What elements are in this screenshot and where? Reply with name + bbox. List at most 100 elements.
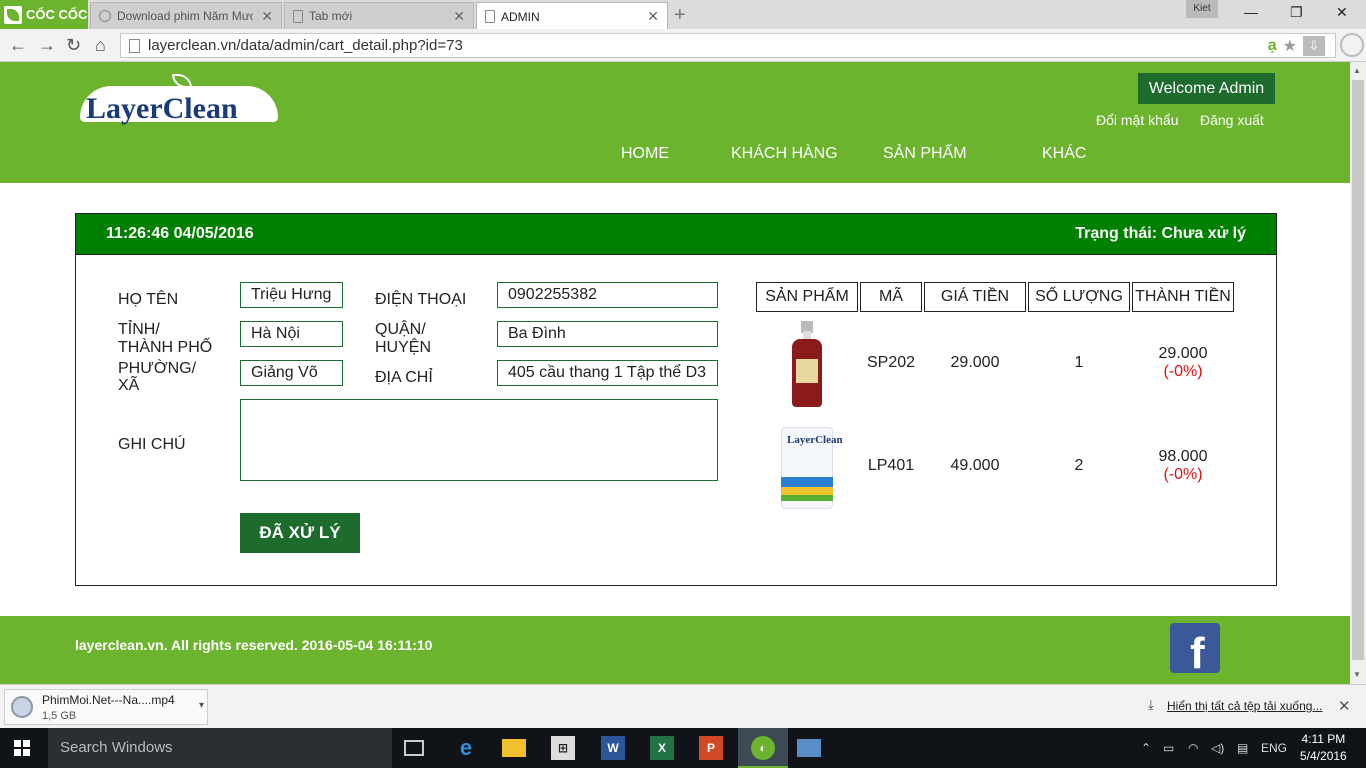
download-arrow-icon: ⤓: [1148, 697, 1154, 712]
district-field[interactable]: Ba Đình: [497, 321, 718, 347]
video-file-icon: [11, 696, 33, 718]
col-header-product: SẢN PHẨM: [756, 282, 858, 312]
reload-icon[interactable]: ↻: [66, 35, 81, 56]
bottle-label: [796, 359, 818, 383]
show-all-downloads-link[interactable]: Hiển thị tất cả tệp tải xuống...: [1167, 699, 1322, 713]
back-icon[interactable]: ←: [9, 35, 27, 56]
windows-taskbar: Search Windows e ⊞ W X P ◐ ⌃ ▭ ◠ ◁) ▤ EN…: [0, 728, 1366, 768]
scroll-down-icon[interactable]: ▼: [1353, 670, 1361, 679]
change-password-link[interactable]: Đổi mật khẩu: [1096, 112, 1178, 128]
bookmark-star-icon[interactable]: ★: [1283, 36, 1297, 56]
scroll-thumb[interactable]: [1352, 80, 1364, 660]
page-icon: [485, 10, 495, 23]
url-input[interactable]: layerclean.vn/data/admin/cart_detail.php…: [120, 33, 1336, 58]
extension-icon[interactable]: [1340, 33, 1364, 57]
product-image-bottle[interactable]: [792, 321, 822, 407]
tray-chevron-icon[interactable]: ⌃: [1141, 741, 1151, 755]
district-label-line2: HUYỆN: [375, 339, 432, 356]
store-icon[interactable]: ⊞: [551, 736, 575, 760]
chevron-down-icon[interactable]: ▾: [199, 700, 204, 711]
browser-tab-bar: CỐC CỐC Download phim Năm Mươ ✕ Tab mới …: [0, 0, 1366, 30]
windows-search-box[interactable]: Search Windows: [48, 728, 392, 768]
globe-icon: [99, 10, 111, 22]
new-tab-button[interactable]: +: [674, 4, 686, 27]
tab-new[interactable]: Tab mới ✕: [284, 2, 474, 29]
nav-products[interactable]: SẢN PHẨM: [883, 145, 967, 163]
nav-home[interactable]: HOME: [621, 145, 669, 163]
file-explorer-icon[interactable]: [502, 739, 526, 757]
col-header-price: GIÁ TIỀN: [924, 282, 1026, 312]
product-image-pouch[interactable]: LayerClean: [781, 427, 843, 509]
pouch-logo-text: LayerClean: [787, 434, 843, 446]
welcome-badge: Welcome Admin: [1138, 73, 1275, 104]
ward-field[interactable]: Giảng Võ: [240, 360, 343, 386]
row2-quantity: 2: [1074, 457, 1084, 474]
excel-icon[interactable]: X: [650, 736, 674, 760]
download-item[interactable]: PhimMoi.Net---Na....mp4 1,5 GB ▾: [4, 689, 208, 725]
row2-code: LP401: [867, 457, 915, 474]
taskbar-clock[interactable]: 4:11 PM 5/4/2016: [1300, 731, 1347, 765]
task-view-icon[interactable]: [404, 740, 424, 756]
facebook-icon[interactable]: f: [1170, 623, 1220, 673]
download-bar: PhimMoi.Net---Na....mp4 1,5 GB ▾ ⤓ Hiển …: [0, 684, 1366, 728]
row1-code: SP202: [866, 354, 916, 371]
order-timestamp: 11:26:46 04/05/2016: [106, 225, 254, 242]
coccoc-taskbar-icon[interactable]: ◐: [751, 736, 775, 760]
scroll-up-icon[interactable]: ▲: [1353, 66, 1361, 75]
tab-admin[interactable]: ADMIN ✕: [476, 2, 668, 30]
edge-icon[interactable]: e: [454, 735, 478, 760]
windows-start-icon[interactable]: [14, 740, 30, 756]
restore-icon[interactable]: ❐: [1290, 4, 1303, 21]
row1-quantity: 1: [1074, 354, 1084, 371]
nav-other[interactable]: KHÁC: [1042, 145, 1086, 163]
province-field[interactable]: Hà Nội: [240, 321, 343, 347]
minimize-icon[interactable]: —: [1244, 4, 1258, 20]
layerclean-logo[interactable]: LayerClean: [80, 74, 280, 125]
wifi-icon[interactable]: ◠: [1188, 741, 1198, 755]
tab-label: Download phim Năm Mươ: [117, 9, 254, 23]
window-close-icon[interactable]: ✕: [1336, 4, 1348, 21]
site-footer: layerclean.vn. All rights reserved. 2016…: [0, 616, 1350, 684]
download-icon[interactable]: ⇩: [1303, 36, 1325, 56]
row1-total-cell: 29.000 (-0%): [1132, 345, 1234, 381]
ward-label-line2: XÃ: [118, 377, 140, 394]
volume-icon[interactable]: ◁): [1211, 741, 1224, 755]
close-icon[interactable]: ✕: [647, 8, 659, 25]
close-icon[interactable]: ✕: [453, 8, 465, 25]
coccoc-menu-button[interactable]: CỐC CỐC: [0, 0, 88, 29]
name-field[interactable]: Triệu Hưng: [240, 282, 343, 308]
url-text: layerclean.vn/data/admin/cart_detail.php…: [148, 37, 463, 54]
coccoc-logo-icon: [4, 5, 22, 24]
powerpoint-icon[interactable]: P: [699, 736, 723, 760]
close-download-bar-icon[interactable]: ✕: [1338, 697, 1351, 715]
download-file-size: 1,5 GB: [42, 710, 77, 722]
word-icon[interactable]: W: [601, 736, 625, 760]
col-header-code: MÃ: [860, 282, 922, 312]
tab-download-phim[interactable]: Download phim Năm Mươ ✕: [90, 2, 282, 29]
battery-icon[interactable]: ▭: [1163, 741, 1174, 755]
row2-discount: (-0%): [1163, 466, 1203, 483]
phone-field[interactable]: 0902255382: [497, 282, 718, 308]
language-indicator[interactable]: ENG: [1261, 741, 1287, 755]
address-bar-row: ← → ↻ ⌂ layerclean.vn/data/admin/cart_de…: [0, 29, 1366, 62]
note-field[interactable]: [240, 399, 718, 481]
nav-customers[interactable]: KHÁCH HÀNG: [731, 145, 838, 163]
logout-link[interactable]: Đăng xuất: [1200, 112, 1264, 128]
notification-icon[interactable]: ▤: [1237, 741, 1248, 755]
photos-icon[interactable]: [797, 739, 821, 757]
user-badge[interactable]: Kiet: [1186, 0, 1218, 18]
close-icon[interactable]: ✕: [261, 8, 273, 25]
row1-price: 29.000: [950, 354, 1000, 371]
district-label-line1: QUẬN/: [375, 321, 426, 338]
home-icon[interactable]: ⌂: [95, 35, 106, 56]
page-scrollbar[interactable]: ▲ ▼: [1350, 62, 1366, 684]
forward-icon[interactable]: →: [38, 35, 56, 56]
phone-label: ĐIỆN THOẠI: [375, 291, 467, 308]
row2-total-cell: 98.000 (-0%): [1132, 448, 1234, 484]
mark-processed-button[interactable]: ĐÃ XỬ LÝ: [240, 513, 360, 553]
address-field[interactable]: 405 cầu thang 1 Tập thể D3: [497, 360, 718, 386]
translate-icon[interactable]: ạ: [1268, 37, 1277, 55]
row1-discount: (-0%): [1163, 363, 1203, 380]
brand-label: CỐC CỐC: [26, 7, 88, 22]
row2-price: 49.000: [950, 457, 1000, 474]
